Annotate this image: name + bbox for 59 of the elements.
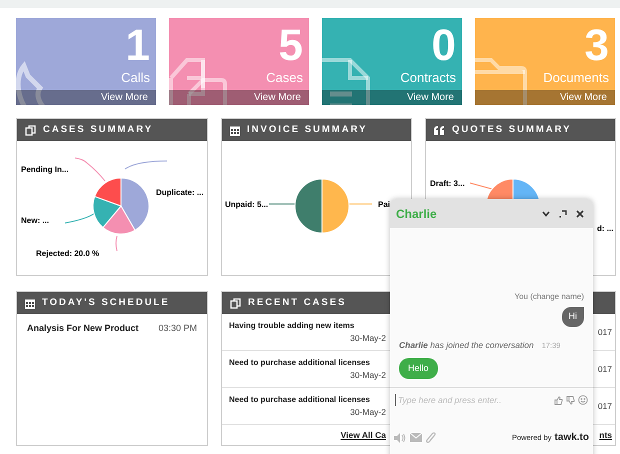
date-text: 017	[598, 400, 612, 412]
speaker-icon[interactable]	[394, 432, 406, 442]
quote-icon	[434, 126, 445, 134]
stat-label: Contracts	[400, 70, 456, 86]
documents-icon	[230, 298, 241, 308]
stat-label: Calls	[121, 70, 150, 86]
stat-count: 3	[584, 24, 609, 68]
case-date: 30-May-2	[350, 332, 386, 345]
paperclip-icon[interactable]	[426, 432, 436, 444]
envelope-icon[interactable]	[410, 433, 422, 442]
panel-title: QUOTES SUMMARY	[452, 122, 572, 137]
panel-title: TODAY'S SCHEDULE	[42, 296, 170, 310]
stat-count: 0	[432, 24, 456, 68]
stat-count: 1	[126, 24, 150, 68]
view-all-link[interactable]: nts	[599, 429, 612, 442]
close-icon[interactable]	[576, 210, 584, 218]
calendar-icon	[25, 298, 35, 308]
system-message: Charlie has joined the conversation	[399, 338, 534, 352]
event-title: Analysis For New Product	[27, 322, 139, 335]
view-all-link[interactable]: View All Ca	[340, 429, 386, 442]
chart-label: New: ...	[21, 215, 50, 227]
stat-count: 5	[278, 24, 303, 68]
thumbs-up-icon[interactable]	[554, 396, 563, 404]
stat-label: Cases	[266, 70, 303, 86]
case-date: 30-May-2	[350, 369, 386, 382]
smiley-icon[interactable]	[578, 395, 588, 405]
agent-name: Charlie	[396, 206, 438, 222]
chart-label: Unpaid: 5...	[225, 199, 268, 211]
event-time: 03:30 PM	[158, 322, 197, 335]
date-text: 017	[598, 362, 612, 376]
view-more-link[interactable]: View More	[16, 90, 156, 105]
panel-title: INVOICE SUMMARY	[247, 122, 368, 137]
popout-icon[interactable]	[559, 210, 567, 218]
visitor-name-label[interactable]: You (change name)	[514, 291, 584, 304]
chart-label: Pending In...	[21, 164, 69, 176]
chart-label: Draft: 3...	[430, 178, 465, 190]
stat-label: Documents	[543, 70, 609, 86]
calendar-icon	[230, 124, 240, 136]
chart-label: Rejected: 20.0 %	[36, 248, 100, 260]
view-more-link[interactable]: View More	[169, 90, 309, 105]
message-bubble: Hello	[399, 358, 438, 379]
view-more-link[interactable]: View More	[322, 90, 462, 105]
message-bubble: Hi	[562, 307, 584, 327]
panel-title: RECENT CASES	[248, 296, 346, 310]
case-title[interactable]: Need to purchase additional licenses	[229, 394, 370, 406]
case-title[interactable]: Having trouble adding new items	[229, 320, 354, 332]
chart-label: Pai	[378, 199, 390, 211]
chart-label: d: ...	[597, 223, 614, 235]
thumbs-down-icon[interactable]	[566, 396, 575, 404]
chart-label: Duplicate: ...	[156, 187, 204, 199]
minimize-icon[interactable]	[542, 210, 550, 216]
message-input[interactable]: Type here and press enter..	[395, 394, 554, 406]
case-date: 30-May-2	[350, 406, 386, 419]
documents-icon	[25, 124, 36, 136]
brand-name[interactable]: tawk.to	[554, 430, 589, 445]
date-text: 017	[598, 326, 612, 338]
panel-title: CASES SUMMARY	[43, 122, 154, 137]
case-title[interactable]: Need to purchase additional licenses	[229, 357, 370, 369]
view-more-link[interactable]: View More	[475, 90, 615, 105]
